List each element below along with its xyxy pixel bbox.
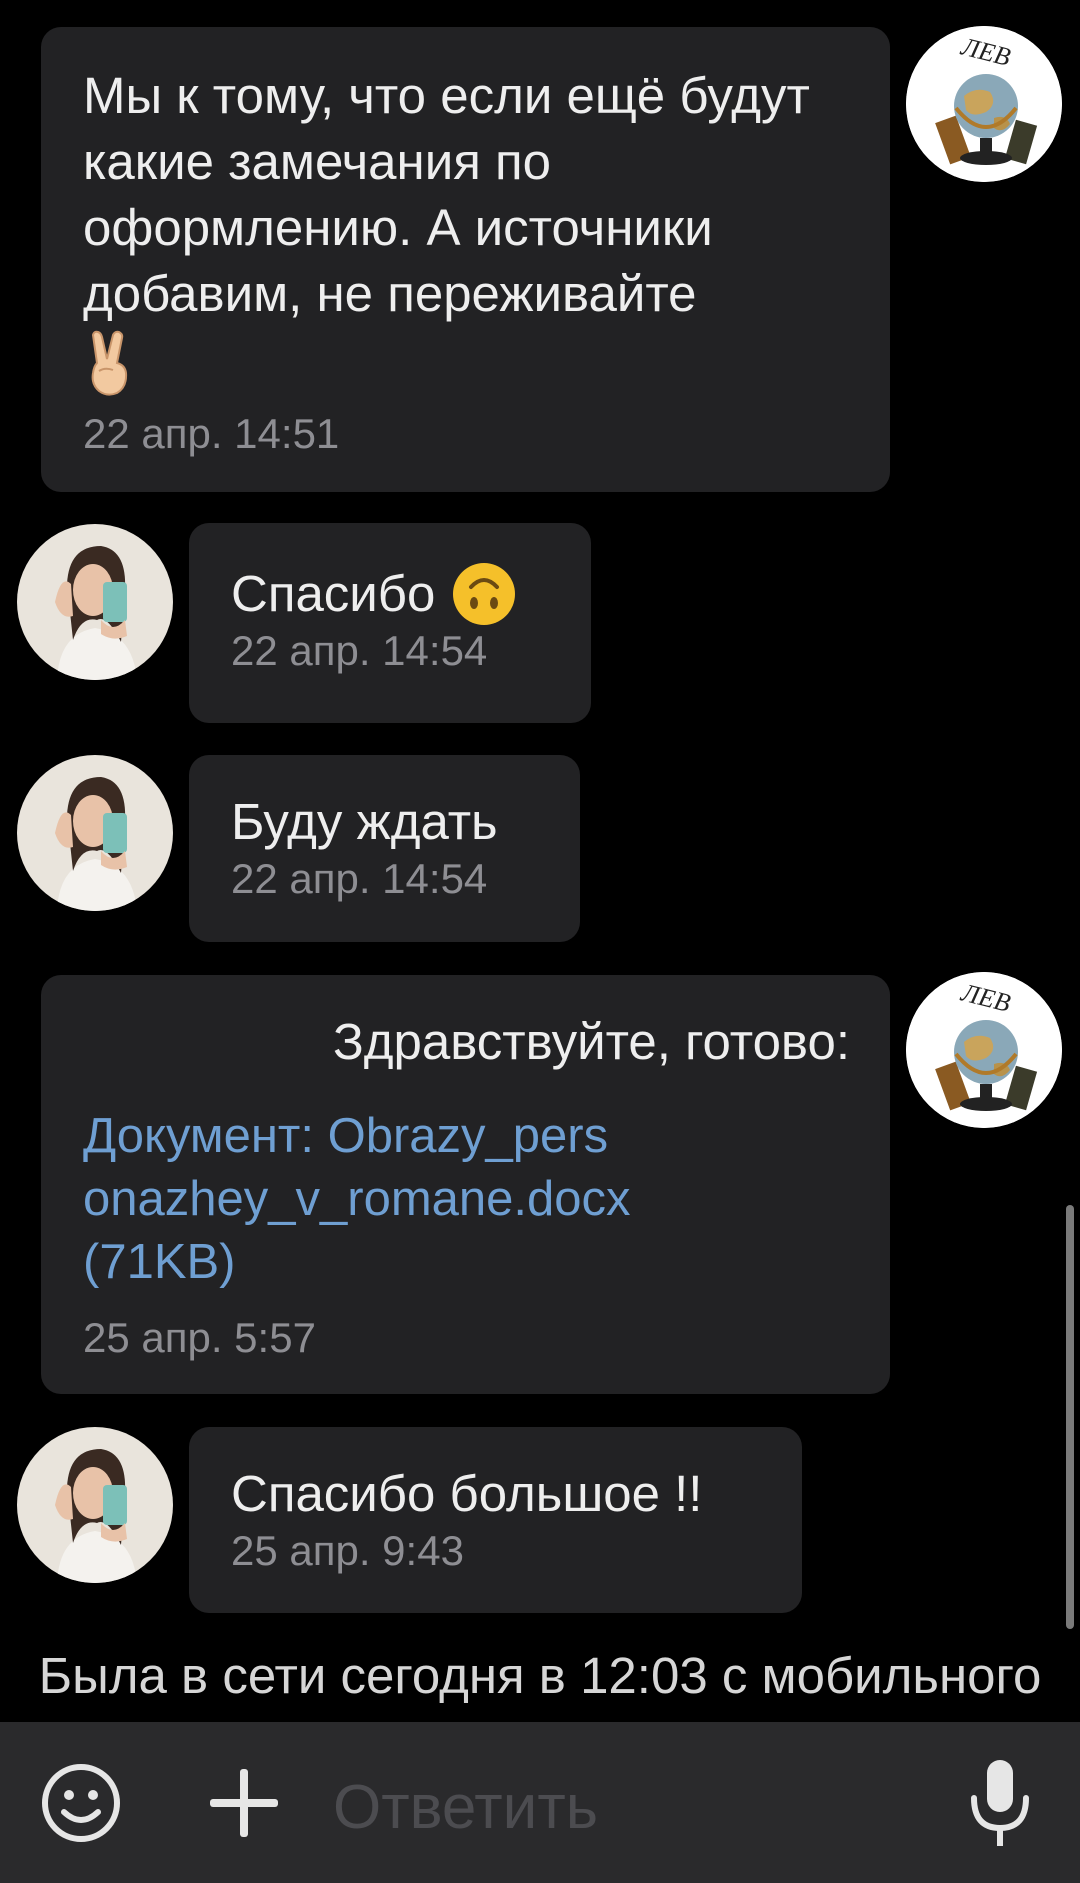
message-text: Спасибо bbox=[231, 565, 436, 622]
message-timestamp: 22 апр. 14:51 bbox=[83, 410, 340, 457]
message-bubble[interactable]: Буду ждать 22 апр. 14:54 bbox=[189, 755, 580, 942]
last-seen-status: Была в сети сегодня в 12:03 с мобильного bbox=[38, 1647, 1042, 1704]
contact-avatar[interactable] bbox=[17, 755, 173, 911]
document-attachment-link[interactable]: Документ: Obrazy_pers onazhey_v_romane.d… bbox=[83, 1105, 703, 1294]
message-timestamp: 22 апр. 14:54 bbox=[231, 855, 488, 902]
scrollbar[interactable] bbox=[1066, 1205, 1074, 1629]
upside-down-face-emoji bbox=[451, 561, 517, 627]
message-timestamp: 25 апр. 9:43 bbox=[231, 1527, 464, 1574]
message-text: Буду ждать bbox=[231, 793, 498, 850]
message-bubble[interactable]: Спасибо большое !! 25 апр. 9:43 bbox=[189, 1427, 802, 1613]
message-timestamp: 22 апр. 14:54 bbox=[231, 627, 488, 674]
message-bubble[interactable]: Мы к тому, что если ещё будут какие заме… bbox=[41, 27, 890, 492]
message-text: Спасибо большое !! bbox=[231, 1465, 703, 1522]
contact-avatar[interactable] bbox=[17, 524, 173, 680]
emoji-smile-icon[interactable] bbox=[40, 1762, 122, 1849]
message-text: Мы к тому, что если ещё будут какие заме… bbox=[83, 67, 810, 322]
contact-avatar[interactable] bbox=[17, 1427, 173, 1583]
lev-avatar[interactable]: ЛЕВ bbox=[906, 972, 1062, 1128]
microphone-icon[interactable] bbox=[968, 1758, 1032, 1853]
message-bubble[interactable]: Спасибо 22 апр. 14:54 bbox=[189, 523, 591, 723]
lev-avatar[interactable]: ЛЕВ bbox=[906, 26, 1062, 182]
message-composer: Ответить bbox=[0, 1722, 1080, 1883]
message-text: Здравствуйте, готово: bbox=[332, 1013, 850, 1070]
reply-input[interactable]: Ответить bbox=[333, 1772, 598, 1843]
message-timestamp: 25 апр. 5:57 bbox=[83, 1314, 316, 1361]
victory-hand-emoji bbox=[83, 329, 850, 404]
message-bubble[interactable]: Здравствуйте, готово: Документ: Obrazy_p… bbox=[41, 975, 890, 1394]
plus-icon[interactable] bbox=[208, 1767, 280, 1844]
